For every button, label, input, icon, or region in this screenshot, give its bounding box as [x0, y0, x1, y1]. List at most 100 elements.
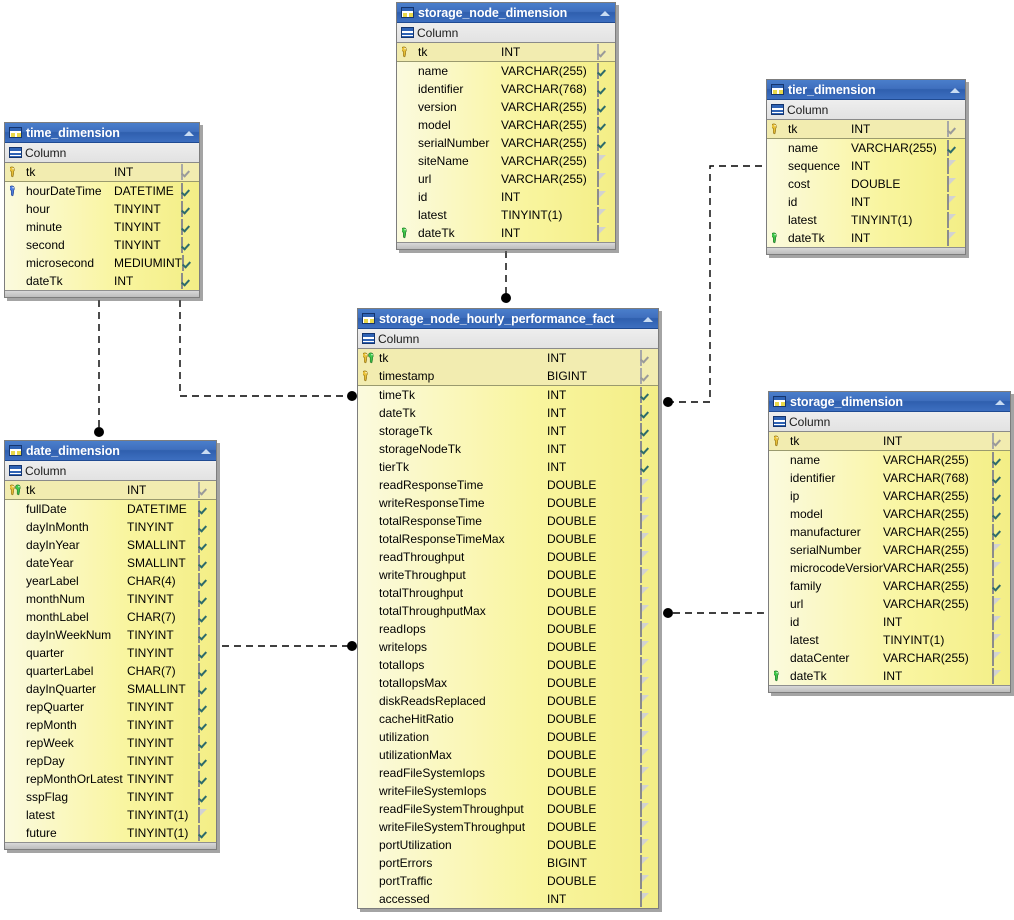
column-checkbox[interactable] [640, 549, 653, 565]
column-row[interactable]: dayInQuarter SMALLINT [5, 680, 216, 698]
column-row[interactable]: ip VARCHAR(255) [769, 487, 1010, 505]
column-checkbox[interactable] [640, 675, 653, 691]
column-row[interactable]: id INT [397, 188, 615, 206]
column-checkbox[interactable] [992, 560, 1005, 576]
column-checkbox[interactable] [640, 639, 653, 655]
table-storage_node_dimension[interactable]: storage_node_dimension Column tk INT name VAR… [396, 2, 616, 250]
column-row[interactable]: totalThroughput DOUBLE [358, 584, 658, 602]
column-checkbox[interactable] [947, 194, 960, 210]
column-checkbox[interactable] [640, 603, 653, 619]
column-checkbox[interactable] [597, 117, 610, 133]
column-row[interactable]: family VARCHAR(255) [769, 577, 1010, 595]
column-checkbox[interactable] [640, 495, 653, 511]
column-row[interactable]: dateTk INT [767, 229, 965, 247]
column-row[interactable]: totalThroughputMax DOUBLE [358, 602, 658, 620]
column-row[interactable]: hour TINYINT [5, 200, 199, 218]
column-checkbox[interactable] [947, 121, 960, 137]
column-checkbox[interactable] [640, 585, 653, 601]
column-row[interactable]: monthLabel CHAR(7) [5, 608, 216, 626]
column-row[interactable]: utilizationMax DOUBLE [358, 746, 658, 764]
column-checkbox[interactable] [182, 255, 195, 271]
column-checkbox[interactable] [992, 470, 1005, 486]
column-checkbox[interactable] [640, 368, 653, 384]
column-checkbox[interactable] [198, 825, 211, 841]
column-checkbox[interactable] [198, 555, 211, 571]
column-row[interactable]: dayInMonth TINYINT [5, 518, 216, 536]
column-row[interactable]: model VARCHAR(255) [397, 116, 615, 134]
column-row[interactable]: fullDate DATETIME [5, 500, 216, 518]
column-row[interactable]: dateTk INT [358, 404, 658, 422]
table-storage_node_hourly_performance_fact[interactable]: storage_node_hourly_performance_fact Colu… [357, 308, 659, 909]
column-row[interactable]: hourDateTime DATETIME [5, 182, 199, 200]
column-row[interactable]: quarterLabel CHAR(7) [5, 662, 216, 680]
column-checkbox[interactable] [640, 387, 653, 403]
column-row[interactable]: tk INT [397, 43, 615, 61]
column-row[interactable]: latest TINYINT(1) [5, 806, 216, 824]
column-row[interactable]: minute TINYINT [5, 218, 199, 236]
column-checkbox[interactable] [198, 753, 211, 769]
table-storage_dimension[interactable]: storage_dimension Column tk INT name VARCHAR(… [768, 391, 1011, 693]
column-row[interactable]: totalIops DOUBLE [358, 656, 658, 674]
column-row[interactable]: manufacturer VARCHAR(255) [769, 523, 1010, 541]
column-checkbox[interactable] [992, 506, 1005, 522]
column-checkbox[interactable] [198, 591, 211, 607]
column-checkbox[interactable] [947, 212, 960, 228]
column-checkbox[interactable] [640, 801, 653, 817]
column-checkbox[interactable] [640, 621, 653, 637]
column-row[interactable]: sspFlag TINYINT [5, 788, 216, 806]
column-checkbox[interactable] [992, 668, 1005, 684]
table-resize-grip[interactable] [5, 842, 216, 849]
column-checkbox[interactable] [198, 645, 211, 661]
column-checkbox[interactable] [597, 171, 610, 187]
column-checkbox[interactable] [992, 433, 1005, 449]
column-row[interactable]: cost DOUBLE [767, 175, 965, 193]
column-row[interactable]: id INT [767, 193, 965, 211]
column-checkbox[interactable] [198, 735, 211, 751]
column-row[interactable]: readIops DOUBLE [358, 620, 658, 638]
column-checkbox[interactable] [640, 873, 653, 889]
table-resize-grip[interactable] [769, 685, 1010, 692]
column-row[interactable]: writeFileSystemIops DOUBLE [358, 782, 658, 800]
column-row[interactable]: totalIopsMax DOUBLE [358, 674, 658, 692]
column-row[interactable]: serialNumber VARCHAR(255) [397, 134, 615, 152]
column-row[interactable]: dayInWeekNum TINYINT [5, 626, 216, 644]
column-checkbox[interactable] [597, 99, 610, 115]
column-row[interactable]: dateTk INT [5, 272, 199, 290]
column-checkbox[interactable] [198, 482, 211, 498]
column-row[interactable]: identifier VARCHAR(768) [397, 80, 615, 98]
column-row[interactable]: writeResponseTime DOUBLE [358, 494, 658, 512]
column-row[interactable]: portErrors BIGINT [358, 854, 658, 872]
column-row[interactable]: latest TINYINT(1) [397, 206, 615, 224]
column-row[interactable]: writeIops DOUBLE [358, 638, 658, 656]
rel-tier-to-fact[interactable] [672, 165, 762, 403]
column-row[interactable]: version VARCHAR(255) [397, 98, 615, 116]
column-row[interactable]: sequence INT [767, 157, 965, 175]
column-checkbox[interactable] [640, 423, 653, 439]
column-row[interactable]: url VARCHAR(255) [397, 170, 615, 188]
column-row[interactable]: dayInYear SMALLINT [5, 536, 216, 554]
table-title-bar[interactable]: time_dimension [5, 123, 199, 143]
column-row[interactable]: portTraffic DOUBLE [358, 872, 658, 890]
column-checkbox[interactable] [947, 158, 960, 174]
column-row[interactable]: serialNumber VARCHAR(255) [769, 541, 1010, 559]
table-resize-grip[interactable] [397, 242, 615, 249]
column-checkbox[interactable] [597, 153, 610, 169]
column-checkbox[interactable] [640, 459, 653, 475]
column-checkbox[interactable] [181, 237, 194, 253]
column-row[interactable]: tk INT [5, 163, 199, 181]
column-checkbox[interactable] [992, 452, 1005, 468]
column-row[interactable]: latest TINYINT(1) [769, 631, 1010, 649]
column-row[interactable]: repWeek TINYINT [5, 734, 216, 752]
column-checkbox[interactable] [640, 819, 653, 835]
column-checkbox[interactable] [640, 711, 653, 727]
collapse-chevron-icon[interactable] [199, 444, 214, 457]
column-row[interactable]: yearLabel CHAR(4) [5, 572, 216, 590]
column-checkbox[interactable] [640, 531, 653, 547]
column-checkbox[interactable] [992, 488, 1005, 504]
collapse-chevron-icon[interactable] [993, 395, 1008, 408]
column-row[interactable]: tk INT [5, 481, 216, 499]
table-title-bar[interactable]: date_dimension [5, 441, 216, 461]
collapse-chevron-icon[interactable] [182, 126, 197, 139]
column-checkbox[interactable] [640, 513, 653, 529]
column-checkbox[interactable] [198, 501, 211, 517]
